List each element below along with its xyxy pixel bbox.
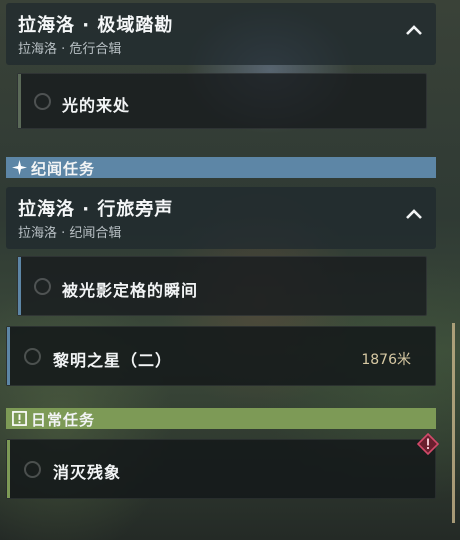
exclamation-box-icon — [12, 411, 27, 426]
quest-status-circle-icon — [34, 278, 51, 295]
quest-group-title: 拉海洛 · 行旅旁声 — [18, 199, 174, 220]
section-label: 纪闻任务 — [31, 160, 96, 178]
quest-item-label: 黎明之星（二） — [53, 351, 173, 370]
quest-group-title: 拉海洛 · 极域踏勘 — [18, 15, 174, 36]
item-accent-bar — [18, 257, 21, 315]
quest-item-bei-guang-ying[interactable]: 被光影定格的瞬间 — [17, 256, 427, 316]
diamond-alert-icon — [417, 433, 439, 455]
quest-status-circle-icon — [24, 461, 41, 478]
quest-item-guang-de-lai-chu[interactable]: 光的来处 — [17, 73, 427, 129]
quest-group-header-2[interactable]: 拉海洛 · 行旅旁声 拉海洛 · 纪闻合辑 — [6, 187, 436, 249]
quest-item-label: 被光影定格的瞬间 — [62, 281, 199, 300]
chevron-up-icon[interactable] — [406, 209, 422, 219]
section-label: 日常任务 — [31, 411, 96, 429]
quest-item-li-ming-zhi-xing[interactable]: 黎明之星（二） 1876米 — [6, 326, 436, 386]
item-accent-bar — [7, 440, 10, 498]
scrollbar-thumb[interactable] — [452, 323, 455, 523]
chevron-up-icon[interactable] — [406, 25, 422, 35]
item-accent-bar — [7, 327, 10, 385]
quest-item-xiao-mie-can-xiang[interactable]: 消灭残象 — [6, 439, 436, 499]
quest-item-label: 消灭残象 — [53, 463, 122, 482]
quest-group-subtitle: 拉海洛 · 纪闻合辑 — [18, 226, 122, 241]
quest-group-subtitle: 拉海洛 · 危行合辑 — [18, 42, 122, 57]
quest-group-header-1[interactable]: 拉海洛 · 极域踏勘 拉海洛 · 危行合辑 — [6, 3, 436, 65]
quest-distance: 1876米 — [361, 352, 411, 368]
quest-item-label: 光的来处 — [62, 96, 131, 115]
section-header-daily: 日常任务 — [6, 408, 436, 429]
sparkle-icon — [12, 160, 27, 175]
section-header-story: 纪闻任务 — [6, 157, 436, 178]
quest-status-circle-icon — [34, 93, 51, 110]
item-accent-bar — [18, 74, 21, 128]
quest-status-circle-icon — [24, 348, 41, 365]
